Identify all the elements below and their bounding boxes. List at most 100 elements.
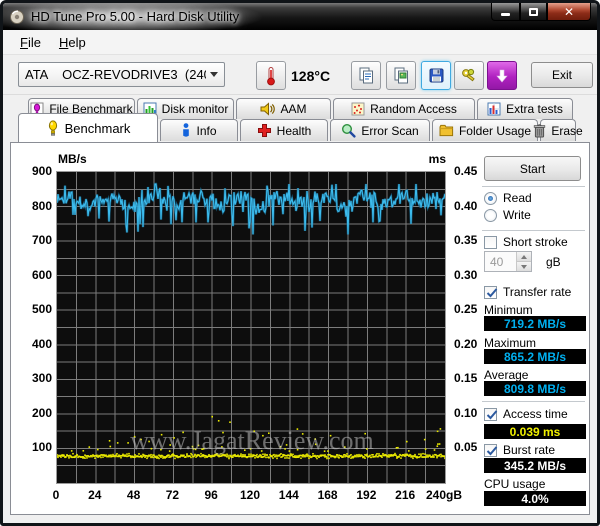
minimum-value: 719.2 MB/s bbox=[484, 316, 586, 331]
tab-label: AAM bbox=[280, 102, 307, 116]
temperature-value: 128°C bbox=[291, 68, 331, 84]
tab-random-access[interactable]: Random Access bbox=[333, 98, 475, 119]
drive-selector-value: ATA OCZ-REVODRIVE3 (240 gB) bbox=[25, 67, 206, 82]
maximize-button[interactable] bbox=[520, 3, 547, 21]
tab-health[interactable]: Health bbox=[240, 119, 328, 141]
tick-label: 192 bbox=[356, 488, 377, 502]
benchmark-chart: www.JagatReview.com bbox=[56, 171, 446, 484]
write-radio[interactable] bbox=[484, 208, 497, 222]
benchmark-bulb-icon bbox=[46, 120, 60, 136]
tick-label: 96 bbox=[204, 488, 218, 502]
tab-benchmark[interactable]: Benchmark bbox=[18, 113, 158, 142]
separator bbox=[482, 401, 585, 403]
options-keys-icon bbox=[462, 68, 475, 82]
menu-help[interactable]: Help bbox=[50, 32, 95, 53]
tick-label: 0.05 bbox=[454, 440, 478, 455]
copy-image-button[interactable] bbox=[386, 61, 416, 90]
tick-label: 700 bbox=[31, 233, 52, 248]
tab-label: Benchmark bbox=[64, 120, 131, 136]
tick-label: 100 bbox=[31, 440, 52, 455]
tab-label: Folder Usage bbox=[458, 123, 532, 138]
tab-label: Disk monitor bbox=[161, 102, 229, 116]
thermometer-icon bbox=[267, 66, 275, 85]
folder-usage-icon bbox=[439, 124, 454, 137]
burst-rate-label: Burst rate bbox=[503, 443, 556, 457]
access-time-label: Access time bbox=[503, 407, 568, 421]
short-stroke-row[interactable]: Short stroke bbox=[484, 235, 568, 249]
spinner-down-icon[interactable] bbox=[517, 261, 531, 271]
tick-label: 0 bbox=[52, 488, 60, 502]
exit-label: Exit bbox=[551, 68, 572, 82]
tick-label: 600 bbox=[31, 267, 52, 282]
random-access-icon bbox=[351, 102, 365, 116]
tick-label: 0.10 bbox=[454, 405, 478, 420]
options-button[interactable] bbox=[454, 61, 484, 90]
minimize-button[interactable] bbox=[491, 3, 520, 21]
read-radio[interactable] bbox=[484, 191, 497, 205]
short-stroke-checkbox[interactable] bbox=[484, 235, 497, 249]
write-label: Write bbox=[503, 208, 531, 222]
tick-label: 800 bbox=[31, 198, 52, 213]
copy-image-icon bbox=[394, 67, 408, 84]
menu-bar: File Help bbox=[3, 30, 597, 55]
y-right-axis-title: ms bbox=[428, 152, 446, 166]
tab-erase[interactable]: Erase bbox=[534, 119, 583, 141]
exit-button[interactable]: Exit bbox=[531, 62, 593, 88]
save-button[interactable] bbox=[421, 61, 451, 90]
burst-rate-row[interactable]: Burst rate bbox=[484, 443, 555, 457]
menu-file[interactable]: File bbox=[11, 32, 50, 53]
tab-label: Error Scan bbox=[361, 123, 419, 138]
tick-label: 200 bbox=[31, 405, 52, 420]
short-stroke-unit: gB bbox=[546, 255, 561, 269]
benchmark-panel: MB/s ms 900 800 700 600 500 400 300 200 100 0.45… bbox=[10, 142, 590, 515]
access-time-checkbox[interactable] bbox=[484, 407, 498, 421]
maximum-value: 865.2 MB/s bbox=[484, 349, 586, 364]
copy-text-button[interactable] bbox=[351, 61, 381, 90]
separator bbox=[482, 186, 585, 188]
tab-label: Random Access bbox=[370, 102, 457, 116]
app-icon bbox=[9, 9, 25, 25]
tick-label: 0.30 bbox=[454, 267, 478, 282]
tick-label: 400 bbox=[31, 336, 52, 351]
tick-label: 144 bbox=[278, 488, 299, 502]
spinner-up-icon[interactable] bbox=[517, 252, 531, 261]
tick-label: 24 bbox=[88, 488, 102, 502]
write-radio-row[interactable]: Write bbox=[484, 208, 531, 222]
erase-trash-icon bbox=[533, 123, 546, 138]
burst-rate-checkbox[interactable] bbox=[484, 443, 498, 457]
download-button[interactable] bbox=[487, 61, 517, 90]
maximum-label: Maximum bbox=[484, 336, 537, 350]
dropdown-arrow-icon bbox=[210, 72, 218, 77]
short-stroke-label: Short stroke bbox=[503, 235, 568, 249]
aam-speaker-icon bbox=[260, 102, 276, 116]
tab-label: Info bbox=[196, 123, 217, 138]
save-icon bbox=[429, 68, 443, 83]
close-button[interactable]: ✕ bbox=[547, 3, 591, 21]
transfer-rate-checkbox[interactable] bbox=[484, 285, 498, 299]
tab-aam[interactable]: AAM bbox=[236, 98, 331, 119]
transfer-rate-label: Transfer rate bbox=[503, 285, 572, 299]
drive-selector[interactable]: ATA OCZ-REVODRIVE3 (240 gB) bbox=[18, 62, 225, 87]
tick-label: 240gB bbox=[425, 488, 463, 502]
temperature-button[interactable] bbox=[256, 61, 286, 90]
tab-info[interactable]: Info bbox=[160, 119, 238, 141]
title-bar: HD Tune Pro 5.00 - Hard Disk Utility ✕ bbox=[3, 3, 597, 30]
tick-label: 0.40 bbox=[454, 198, 478, 213]
tab-extra-tests[interactable]: Extra tests bbox=[477, 98, 573, 119]
cpu-usage-value: 4.0% bbox=[484, 491, 586, 506]
watermark: www.JagatReview.com bbox=[130, 426, 374, 455]
access-time-row[interactable]: Access time bbox=[484, 407, 568, 421]
tick-label: 120 bbox=[239, 488, 261, 502]
tab-label: Extra tests bbox=[506, 102, 563, 116]
tab-strip: File Benchmark Disk monitor AAM Random A… bbox=[3, 95, 597, 142]
short-stroke-spinner[interactable]: 40 bbox=[484, 251, 532, 272]
maximize-icon bbox=[529, 7, 538, 16]
start-button[interactable]: Start bbox=[484, 156, 581, 181]
tab-error-scan[interactable]: Error Scan bbox=[330, 119, 430, 141]
read-radio-row[interactable]: Read bbox=[484, 191, 532, 205]
tab-folder-usage[interactable]: Folder Usage bbox=[432, 119, 538, 141]
short-stroke-value: 40 bbox=[490, 255, 504, 269]
tick-label: 216 bbox=[395, 488, 416, 502]
tab-label: Erase bbox=[551, 123, 583, 138]
transfer-rate-row[interactable]: Transfer rate bbox=[484, 285, 571, 299]
